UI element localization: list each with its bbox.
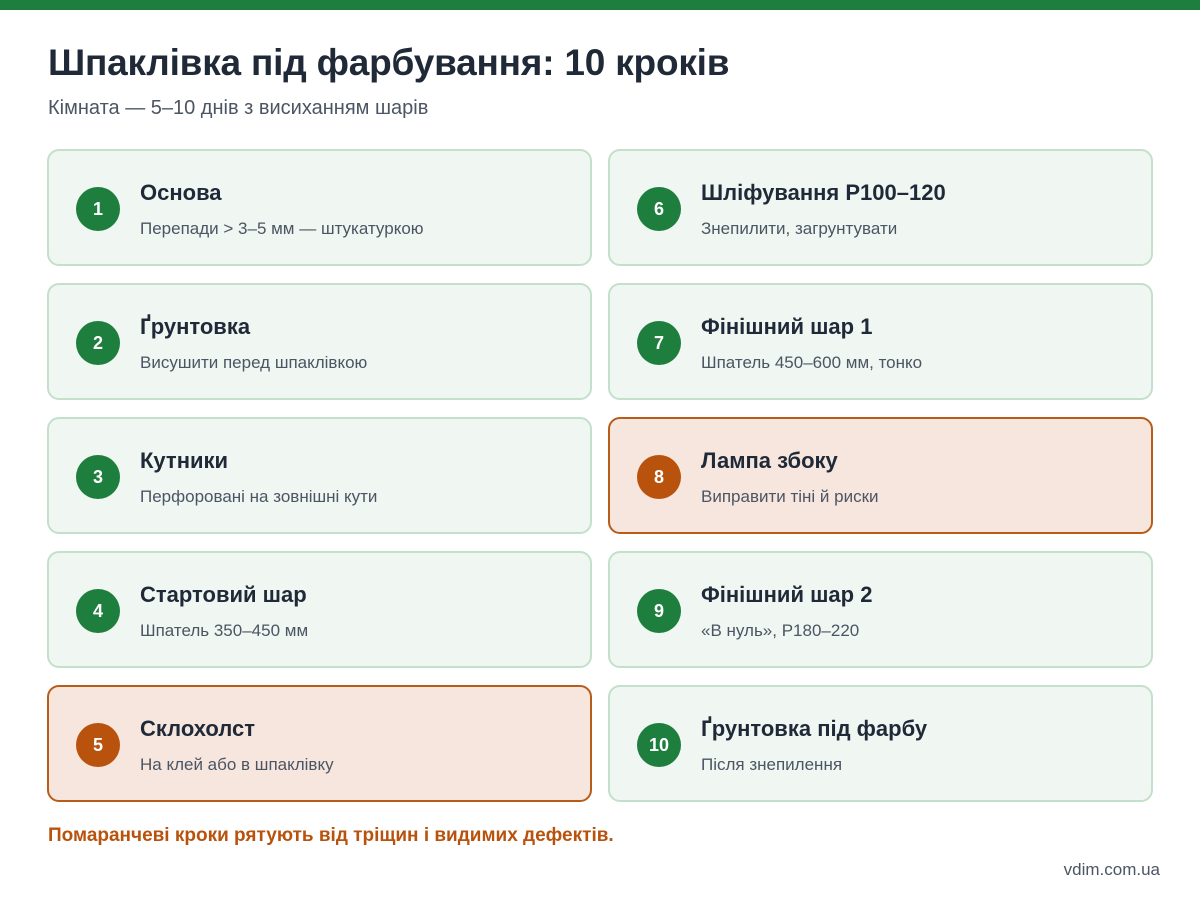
step-title: Склохолст (140, 716, 256, 741)
step-title: Основа (140, 180, 222, 205)
step-number-badge: 4 (76, 589, 120, 633)
step-card-6: 6 Шліфування Р100–120 Знепилити, загрунт… (608, 149, 1153, 266)
step-number-badge: 6 (637, 187, 681, 231)
step-card-7: 7 Фінішний шар 1 Шпатель 450–600 мм, тон… (608, 283, 1153, 400)
step-title: Ґрунтовка під фарбу (701, 716, 928, 741)
step-title: Шліфування Р100–120 (701, 180, 946, 205)
step-number-badge: 3 (76, 455, 120, 499)
step-card-2: 2 Ґрунтовка Висушити перед шпаклівкою (47, 283, 592, 400)
page: Шпаклівка під фарбування: 10 кроків Кімн… (0, 0, 1200, 900)
page-title: Шпаклівка під фарбування: 10 кроків (48, 42, 730, 83)
step-number-badge: 5 (76, 723, 120, 767)
step-card-8: 8 Лампа збоку Виправити тіні й риски (608, 417, 1153, 534)
step-description: Шпатель 350–450 мм (140, 621, 309, 640)
step-description: Перепади > 3–5 мм — штукатуркою (140, 219, 424, 238)
step-title: Кутники (140, 448, 229, 473)
step-description: Висушити перед шпаклівкою (140, 353, 368, 372)
step-description: На клей або в шпаклівку (140, 755, 334, 774)
step-description: Шпатель 450–600 мм, тонко (701, 353, 923, 372)
page-subtitle: Кімната — 5–10 днів з висиханням шарів (48, 97, 429, 119)
step-title: Фінішний шар 1 (701, 314, 873, 339)
step-number-badge: 10 (637, 723, 681, 767)
step-number-badge: 1 (76, 187, 120, 231)
step-number-badge: 7 (637, 321, 681, 365)
step-title: Фінішний шар 2 (701, 582, 873, 607)
step-number-badge: 8 (637, 455, 681, 499)
top-accent-bar (0, 0, 1200, 10)
step-card-5: 5 Склохолст На клей або в шпаклівку (47, 685, 592, 802)
highlight-note: Помаранчеві кроки рятують від тріщин і в… (48, 825, 614, 846)
steps-grid: 1 Основа Перепади > 3–5 мм — штукатуркою… (47, 149, 1153, 802)
footer-source: vdim.com.ua (1063, 860, 1160, 879)
step-title: Лампа збоку (701, 448, 838, 473)
step-card-1: 1 Основа Перепади > 3–5 мм — штукатуркою (47, 149, 592, 266)
step-card-4: 4 Стартовий шар Шпатель 350–450 мм (47, 551, 592, 668)
step-number-badge: 2 (76, 321, 120, 365)
step-description: «В нуль», Р180–220 (701, 621, 860, 640)
step-description: Після знепилення (701, 755, 843, 774)
step-title: Стартовий шар (140, 582, 307, 607)
step-description: Перфоровані на зовнішні кути (140, 487, 378, 506)
step-description: Виправити тіні й риски (701, 487, 879, 506)
step-title: Ґрунтовка (140, 314, 251, 339)
step-description: Знепилити, загрунтувати (701, 219, 898, 238)
step-card-9: 9 Фінішний шар 2 «В нуль», Р180–220 (608, 551, 1153, 668)
step-card-10: 10 Ґрунтовка під фарбу Після знепилення (608, 685, 1153, 802)
step-card-3: 3 Кутники Перфоровані на зовнішні кути (47, 417, 592, 534)
step-number-badge: 9 (637, 589, 681, 633)
